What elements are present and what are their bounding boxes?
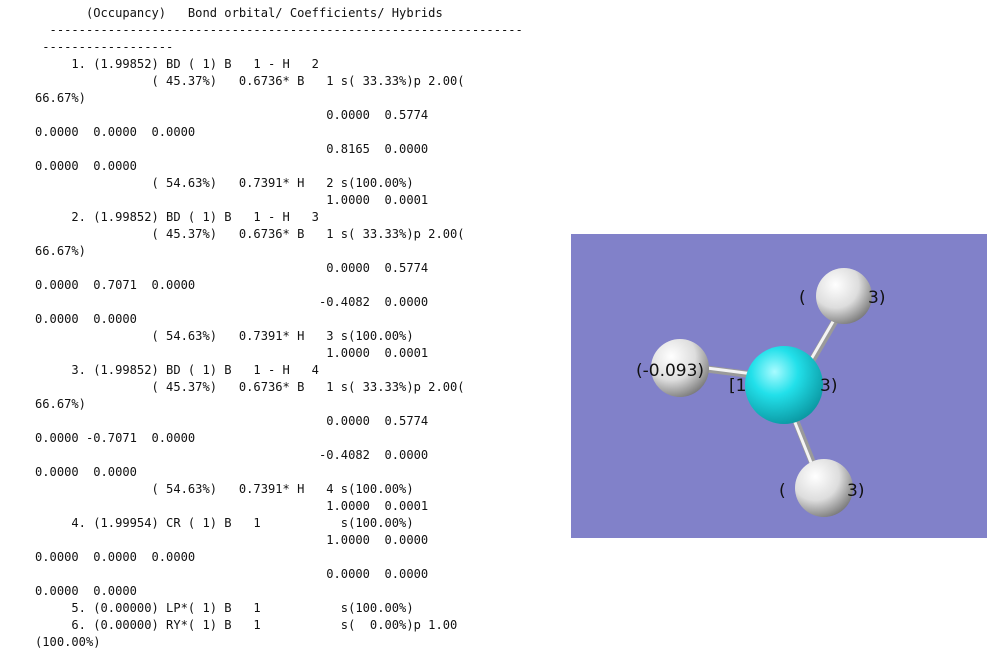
charge-label-b-close: 3)	[820, 376, 837, 396]
nbo-output-line: (100.00%)	[35, 635, 101, 649]
nbo-output-line: (Occupancy) Bond orbital/ Coefficients/ …	[35, 6, 443, 20]
nbo-output-line: 0.0000 0.0000	[35, 584, 137, 598]
nbo-output-line: 1.0000 0.0001	[35, 346, 429, 360]
nbo-output-line: 0.8165 0.0000	[35, 142, 429, 156]
boron-atom	[745, 346, 823, 424]
nbo-output-line: ( 45.37%) 0.6736* B 1 s( 33.33%)p 2.00(	[35, 380, 465, 394]
charge-label-h-top-close: 3)	[868, 288, 885, 308]
nbo-output-line: 0.0000 0.0000	[35, 312, 137, 326]
nbo-output-line: 66.67%)	[35, 397, 86, 411]
nbo-output-line: 66.67%)	[35, 91, 86, 105]
nbo-output-line: 0.0000 0.7071 0.0000	[35, 278, 196, 292]
nbo-output-line: 4. (1.99954) CR ( 1) B 1 s(100.00%)	[35, 516, 414, 530]
nbo-output-text: (Occupancy) Bond orbital/ Coefficients/ …	[0, 0, 568, 657]
nbo-output-line: 2. (1.99852) BD ( 1) B 1 - H 3	[35, 210, 319, 224]
hydrogen-atom-top	[816, 268, 872, 324]
nbo-output-line: 0.0000 0.0000	[35, 159, 137, 173]
charge-label-h-top-open: (	[799, 288, 806, 308]
nbo-output-line: ( 45.37%) 0.6736* B 1 s( 33.33%)p 2.00(	[35, 227, 465, 241]
charge-label-b-open: [1	[729, 376, 746, 396]
nbo-output-line: 3. (1.99852) BD ( 1) B 1 - H 4	[35, 363, 319, 377]
nbo-output-line: 0.0000 0.0000	[35, 465, 137, 479]
nbo-output-line: 0.0000 0.5774	[35, 414, 429, 428]
nbo-output-line: ------------------	[35, 40, 174, 54]
nbo-output-line: 1.0000 0.0001	[35, 193, 429, 207]
charge-label-h-bottom-close: 3)	[847, 481, 864, 501]
nbo-output-line: 0.0000 0.0000	[35, 567, 429, 581]
nbo-output-line: -0.4082 0.0000	[35, 448, 429, 462]
nbo-output-line: 0.0000 -0.7071 0.0000	[35, 431, 196, 445]
nbo-output-line: 1.0000 0.0001	[35, 499, 429, 513]
nbo-output-line: -0.4082 0.0000	[35, 295, 429, 309]
hydrogen-atom-bottom	[795, 459, 853, 517]
nbo-output-line: 6. (0.00000) RY*( 1) B 1 s( 0.00%)p 1.00	[35, 618, 458, 632]
nbo-output-line: 0.0000 0.5774	[35, 108, 429, 122]
nbo-output-line: 0.0000 0.0000 0.0000	[35, 550, 196, 564]
charge-label-h-bottom-open: (	[779, 481, 786, 501]
nbo-output-line: 0.0000 0.0000 0.0000	[35, 125, 196, 139]
nbo-output-line: 0.0000 0.5774	[35, 261, 429, 275]
molecule-viewer[interactable]: (-0.093) ( 3) [1 3) ( 3)	[571, 234, 987, 538]
nbo-output-line: 1.0000 0.0000	[35, 533, 429, 547]
nbo-output-line: 1. (1.99852) BD ( 1) B 1 - H 2	[35, 57, 319, 71]
nbo-output-line: ( 54.63%) 0.7391* H 4 s(100.00%)	[35, 482, 414, 496]
charge-label-h-left: (-0.093)	[636, 361, 704, 381]
nbo-output-line: ( 54.63%) 0.7391* H 3 s(100.00%)	[35, 329, 414, 343]
nbo-output-line: ( 54.63%) 0.7391* H 2 s(100.00%)	[35, 176, 414, 190]
nbo-output-line: 66.67%)	[35, 244, 86, 258]
nbo-output-line: ( 45.37%) 0.6736* B 1 s( 33.33%)p 2.00(	[35, 74, 465, 88]
nbo-output-line: ----------------------------------------…	[35, 23, 523, 37]
molecule-canvas: (-0.093) ( 3) [1 3) ( 3)	[636, 268, 885, 517]
nbo-output-line: 5. (0.00000) LP*( 1) B 1 s(100.00%)	[35, 601, 414, 615]
